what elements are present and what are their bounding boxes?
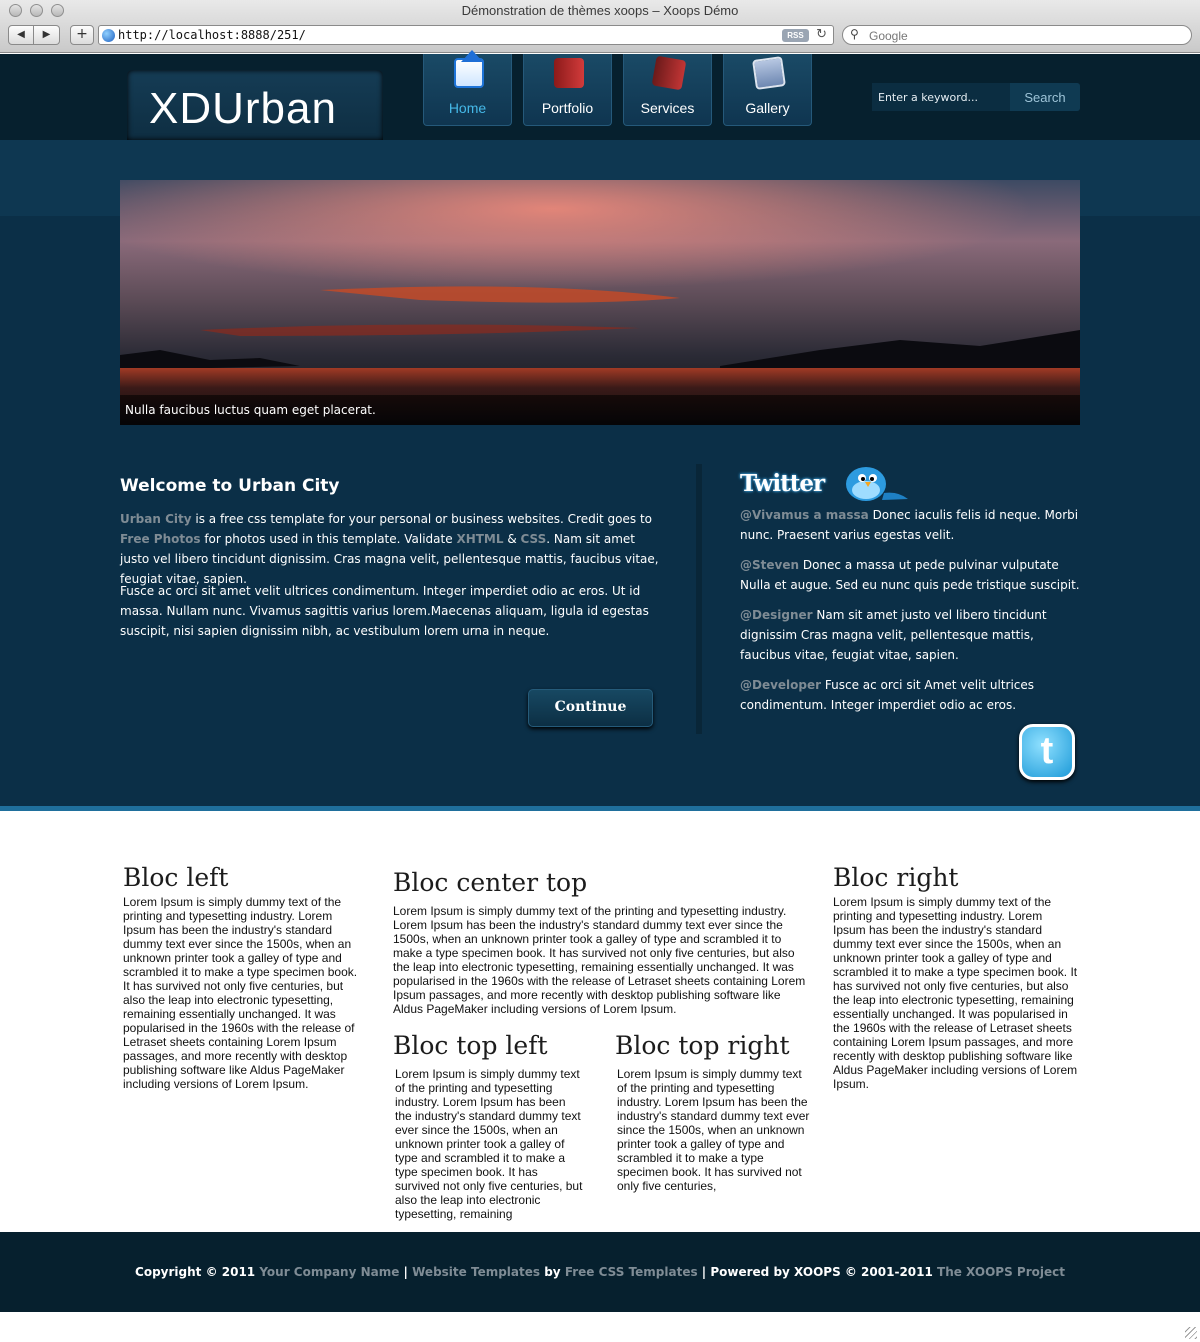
column-divider [696,464,702,734]
link-free-css-templates[interactable]: Free CSS Templates [565,1265,698,1279]
logo-box[interactable]: XDUrban [127,70,383,140]
site-favicon-icon [102,29,115,42]
welcome-title: Welcome to Urban City [120,476,340,496]
site-logo[interactable]: XDUrban [149,84,337,134]
bloc-left-text: Lorem Ipsum is simply dummy text of the … [123,895,358,1091]
menu-item-services[interactable]: Services [623,54,712,126]
history-nav: ◀ ▶ [8,25,60,45]
browser-chrome: Démonstration de thèmes xoops – Xoops Dé… [0,0,1200,53]
search-button[interactable]: Search [1010,83,1080,111]
menu-label-portfolio: Portfolio [541,100,594,116]
back-button[interactable]: ◀ [8,25,34,45]
welcome-paragraph-2: Fusce ac orci sit amet velit ultrices co… [120,584,649,638]
hero-banner: Nulla faucibus luctus quam eget placerat… [120,180,1080,425]
site-search: Search [872,83,1080,111]
tweet-handle[interactable]: @Steven [740,558,799,572]
tweet-handle[interactable]: @Developer [740,678,821,692]
section-separator [0,806,1200,811]
menu-label-services: Services [640,100,695,116]
reload-icon[interactable]: ↻ [816,27,827,42]
book-icon [651,55,687,91]
twitter-logo: Twitter [740,470,825,497]
link-website-templates[interactable]: Website Templates [412,1265,540,1279]
menu-item-home[interactable]: Home [423,50,512,126]
bloc-top-left-title: Bloc top left [393,1031,548,1060]
link-xoops-project[interactable]: The XOOPS Project [937,1265,1065,1279]
tweet-item: @Designer Nam sit amet justo vel libero … [740,605,1085,665]
home-icon [454,50,484,88]
menu-item-portfolio[interactable]: Portfolio [523,54,612,126]
bloc-center-top-title: Bloc center top [393,868,588,897]
site-header: XDUrban Home Portfolio Services Gallery … [0,50,1200,140]
text-fragment: is a free css template for your personal… [191,512,652,526]
menu-item-gallery[interactable]: Gallery [723,54,812,126]
bloc-top-right-title: Bloc top right [615,1031,790,1060]
browser-search-placeholder: Google [869,29,908,43]
copyright-text: Copyright © 2011 [135,1265,260,1279]
link-css[interactable]: CSS [521,532,547,546]
tweet-item: @Vivamus a massa Donec iaculis felis id … [740,505,1085,545]
tweet-handle[interactable]: @Vivamus a massa [740,508,869,522]
bloc-right-text: Lorem Ipsum is simply dummy text of the … [833,895,1078,1091]
window-title: Démonstration de thèmes xoops – Xoops Dé… [461,3,739,18]
bloc-center-top-text: Lorem Ipsum is simply dummy text of the … [393,904,806,1016]
menu-label-gallery: Gallery [745,100,790,116]
window-resize-grip[interactable] [1185,1327,1197,1339]
gallery-icon [752,56,786,90]
footer-credits: Copyright © 2011 Your Company Name | Web… [0,1265,1200,1279]
hero-caption: Nulla faucibus luctus quam eget placerat… [120,395,1080,425]
link-free-photos[interactable]: Free Photos [120,532,201,546]
keyword-search-input[interactable] [872,83,1009,111]
link-xhtml[interactable]: XHTML [456,532,503,546]
forward-button[interactable]: ▶ [34,25,60,45]
powered-text: | Powered by XOOPS © 2001-2011 [697,1265,938,1279]
main-content: Nulla faucibus luctus quam eget placerat… [0,140,1200,806]
bloc-top-left-text: Lorem Ipsum is simply dummy text of the … [395,1067,583,1221]
bloc-left-title: Bloc left [123,863,229,892]
search-icon: ⚲ [850,27,859,41]
site-footer: Copyright © 2011 Your Company Name | Web… [0,1232,1200,1312]
text-fragment: & [503,532,521,546]
by-text: by [540,1265,565,1279]
browser-search-field[interactable]: ⚲ Google [842,25,1192,45]
twitter-bird-icon [846,467,908,501]
add-bookmark-button[interactable]: + [70,25,94,45]
url-text[interactable]: http://localhost:8888/251/ [118,28,306,42]
tweet-item: @Steven Donec a massa ut pede pulvinar v… [740,555,1085,595]
bloc-top-right-text: Lorem Ipsum is simply dummy text of the … [617,1067,810,1193]
portfolio-icon [554,58,584,88]
link-company[interactable]: Your Company Name [259,1265,399,1279]
twitter-badge-icon[interactable]: t [1019,724,1075,780]
welcome-paragraph-1: Urban City is a free css template for yo… [120,509,665,589]
menu-label-home: Home [448,100,487,116]
continue-button[interactable]: Continue [528,689,653,727]
separator: | [399,1265,413,1279]
tweet-item: @Developer Fusce ac orci sit Amet velit … [740,675,1085,715]
link-urban-city[interactable]: Urban City [120,512,192,526]
rss-button[interactable]: RSS [782,29,809,42]
tweet-handle[interactable]: @Designer [740,608,813,622]
sunset-image [120,180,1080,425]
text-fragment: for photos used in this template. Valida… [200,532,457,546]
bloc-right-title: Bloc right [833,863,959,892]
address-bar[interactable]: http://localhost:8888/251/ RSS ↻ [98,25,834,45]
